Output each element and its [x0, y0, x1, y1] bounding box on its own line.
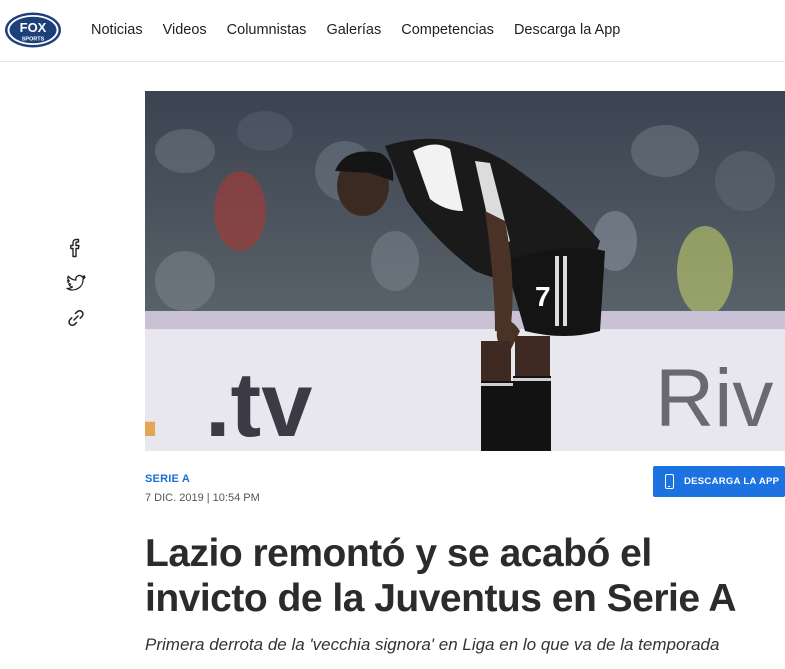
nav-item-videos[interactable]: Videos — [163, 22, 207, 38]
svg-text:Riv: Riv — [655, 353, 773, 444]
category-link[interactable]: SERIE A — [145, 473, 190, 485]
nav-item-competencias[interactable]: Competencias — [401, 22, 494, 38]
svg-text:7: 7 — [535, 281, 551, 312]
svg-text:.tv: .tv — [205, 354, 312, 451]
nav-item-columnistas[interactable]: Columnistas — [227, 22, 307, 38]
nav-item-noticias[interactable]: Noticias — [91, 22, 143, 38]
link-icon[interactable] — [64, 306, 88, 330]
article-title-line-2: invicto de la Juventus en Serie A — [145, 577, 737, 620]
publish-date: 7 DIC. 2019 | 10:54 PM — [145, 492, 260, 504]
phone-icon — [665, 474, 674, 489]
svg-text:FOX: FOX — [20, 20, 47, 35]
article-title: Lazio remontó y se acabó el invicto de l… — [145, 531, 785, 621]
svg-text:.: . — [145, 350, 162, 451]
twitter-icon[interactable] — [64, 271, 88, 295]
facebook-icon[interactable] — [64, 236, 88, 260]
nav-item-descarga-app[interactable]: Descarga la App — [514, 22, 620, 38]
fox-sports-logo[interactable]: FOX SPORTS — [4, 11, 62, 49]
download-app-button[interactable]: DESCARGA LA APP — [653, 466, 785, 497]
social-share-bar — [64, 236, 94, 341]
site-header: FOX SPORTS Noticias Videos Columnistas G… — [0, 0, 785, 62]
article-title-line-1: Lazio remontó y se acabó el — [145, 532, 652, 575]
download-app-label: DESCARGA LA APP — [684, 476, 780, 487]
main-nav: Noticias Videos Columnistas Galerías Com… — [91, 22, 640, 38]
article-subtitle: Primera derrota de la 'vecchia signora' … — [145, 635, 720, 654]
hero-image: . .tv Riv 7 — [145, 91, 785, 451]
svg-text:SPORTS: SPORTS — [22, 37, 45, 43]
nav-item-galerias[interactable]: Galerías — [326, 22, 381, 38]
